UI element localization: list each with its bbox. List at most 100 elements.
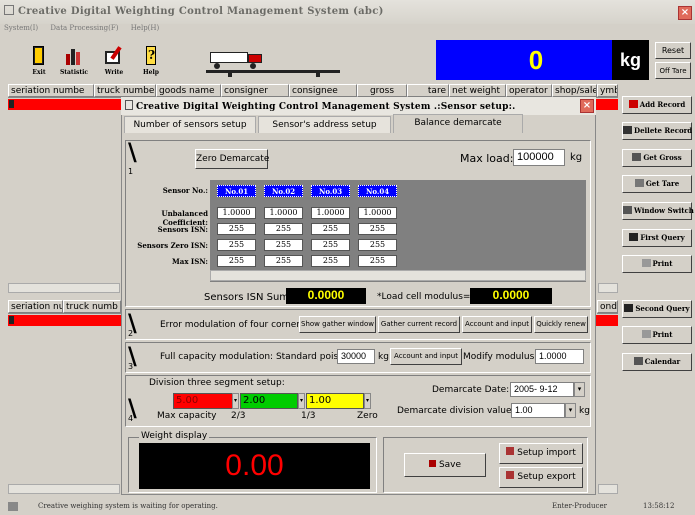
dialog-title: Creative Digital Weighting Control Manag…: [136, 102, 516, 112]
window-icon: [623, 206, 632, 214]
sensor-cell[interactable]: 255: [358, 255, 397, 267]
col-header[interactable]: operator: [506, 84, 552, 97]
col-header[interactable]: ymbi: [597, 84, 618, 97]
col-header[interactable]: seriation numbe: [8, 84, 94, 97]
show-gather-window-button[interactable]: Show gather window: [299, 316, 376, 333]
sensor-cell[interactable]: 255: [217, 239, 256, 251]
sensor-cell[interactable]: 1.0000: [311, 207, 350, 219]
sensor-cell[interactable]: 255: [358, 239, 397, 251]
write-button[interactable]: Write: [97, 44, 131, 84]
quickly-renew-button[interactable]: Quickly renew: [534, 316, 588, 333]
demarcate-date-input[interactable]: 2005- 9-12: [510, 382, 574, 397]
get-tare-button[interactable]: Get Tare: [622, 175, 692, 193]
weight-readout: 0: [436, 40, 636, 80]
sensor-cell[interactable]: 255: [217, 223, 256, 235]
col-header[interactable]: seriation nu: [8, 300, 63, 313]
first-query-button[interactable]: First Query: [622, 229, 692, 247]
chevron-down-icon[interactable]: ▾: [565, 403, 576, 418]
add-record-button[interactable]: Add Record: [622, 96, 692, 114]
tab-number-of-sensors[interactable]: Number of sensors setup: [124, 116, 256, 133]
upper-grid-scrollbar[interactable]: [8, 283, 120, 293]
calendar-button[interactable]: Calendar: [622, 353, 692, 371]
zero-demarcate-button[interactable]: Zero Demarcate: [195, 149, 269, 169]
section-number: 1: [128, 167, 134, 176]
dialog-title-bar: Creative Digital Weighting Control Manag…: [121, 97, 596, 115]
max-load-input[interactable]: 100000: [513, 149, 565, 166]
modify-modulus-input[interactable]: 1.0000: [535, 349, 584, 364]
gather-current-record-button[interactable]: Gather current record: [378, 316, 460, 333]
chevron-down-icon[interactable]: ▾: [232, 393, 239, 409]
dialog-close-button[interactable]: ×: [580, 99, 594, 113]
col-header[interactable]: goods name: [156, 84, 221, 97]
col-header[interactable]: gross: [357, 84, 407, 97]
col-header[interactable]: ond: [597, 300, 618, 313]
sensor-grid-scrollbar[interactable]: [210, 270, 586, 281]
get-gross-button[interactable]: Get Gross: [622, 149, 692, 167]
row-label: Sensors Zero ISN:: [137, 241, 208, 250]
sensor-cell[interactable]: 255: [264, 223, 303, 235]
chevron-down-icon[interactable]: ▾: [298, 393, 305, 409]
sensor-cell[interactable]: 1.0000: [264, 207, 303, 219]
sensor-cell[interactable]: 255: [311, 239, 350, 251]
window-switch-button[interactable]: Window Switch: [622, 202, 694, 220]
setup-import-button[interactable]: Setup import: [499, 443, 583, 464]
second-query-button[interactable]: Second Query: [622, 300, 692, 318]
modify-modulus-label: Modify modulus:: [463, 352, 538, 362]
sensor-cell[interactable]: 1.0000: [217, 207, 256, 219]
segment-caption-zero: Zero: [357, 411, 378, 421]
col-header[interactable]: tare: [407, 84, 449, 97]
sensor-cell[interactable]: 255: [311, 223, 350, 235]
app-icon: [4, 5, 14, 15]
sensor-cell[interactable]: 255: [264, 239, 303, 251]
segment-value: 5.00: [174, 394, 232, 408]
status-message: Creative weighing system is waiting for …: [38, 502, 218, 510]
print-button[interactable]: Print: [622, 255, 692, 273]
col-header[interactable]: net weight: [449, 84, 506, 97]
segment-max-capacity[interactable]: 5.00: [173, 393, 233, 409]
add-icon: [628, 100, 638, 108]
sensor-cell[interactable]: 1.0000: [358, 207, 397, 219]
save-icon: [428, 460, 436, 467]
isn-sum-label: Sensors ISN Sum:: [204, 292, 293, 303]
sensor-cell[interactable]: 255: [217, 255, 256, 267]
segment-value: 2.00: [241, 394, 297, 408]
setup-export-button[interactable]: Setup export: [499, 467, 583, 488]
col-header[interactable]: shop/sale: [552, 84, 597, 97]
segment-one-third[interactable]: 1.00: [306, 393, 364, 409]
menu-system[interactable]: System(I): [4, 24, 38, 32]
sensor-cell[interactable]: 255: [358, 223, 397, 235]
save-button[interactable]: Save: [404, 453, 486, 477]
col-header[interactable]: truck number: [94, 84, 156, 97]
off-tare-button[interactable]: Off Tare: [655, 62, 691, 79]
print-button-2[interactable]: Print: [622, 326, 692, 344]
tab-sensor-address[interactable]: Sensor's address setup: [258, 116, 391, 133]
lower-grid-scrollbar-right[interactable]: [598, 484, 618, 494]
sensor-header: No.04: [358, 185, 397, 197]
section-number: 2: [128, 329, 134, 338]
tab-balance-demarcate[interactable]: Balance demarcate: [393, 114, 523, 133]
sensor-cell[interactable]: 255: [264, 255, 303, 267]
lower-grid-scrollbar[interactable]: [8, 484, 120, 494]
col-header[interactable]: consigner: [221, 84, 289, 97]
statistic-button[interactable]: Statistic: [57, 44, 91, 84]
col-header[interactable]: consignee: [289, 84, 357, 97]
menu-data-processing[interactable]: Data Processing(F): [50, 24, 118, 32]
account-input-button-2[interactable]: Account and input: [390, 348, 462, 365]
delete-record-button[interactable]: Dellete Record: [622, 122, 692, 140]
reset-button[interactable]: Reset: [655, 42, 691, 59]
menu-help[interactable]: Help(H): [131, 24, 160, 32]
standard-poise-input[interactable]: 30000: [337, 349, 375, 364]
account-and-input-button[interactable]: Account and input: [462, 316, 532, 333]
demarcate-division-input[interactable]: 1.00: [511, 403, 565, 418]
row-pointer-icon: [9, 316, 14, 324]
col-header[interactable]: truck numb: [63, 300, 121, 313]
upper-grid-scrollbar-right[interactable]: [598, 283, 618, 293]
window-close-button[interactable]: ×: [678, 6, 692, 20]
segment-two-thirds[interactable]: 2.00: [240, 393, 298, 409]
chevron-down-icon[interactable]: ▾: [364, 393, 371, 409]
sensor-cell[interactable]: 255: [311, 255, 350, 267]
lower-grid-header: seriation nu truck numb: [8, 300, 121, 314]
exit-button[interactable]: Exit: [22, 44, 56, 84]
help-button[interactable]: ? Help: [134, 44, 168, 84]
chevron-down-icon[interactable]: ▾: [574, 382, 585, 397]
